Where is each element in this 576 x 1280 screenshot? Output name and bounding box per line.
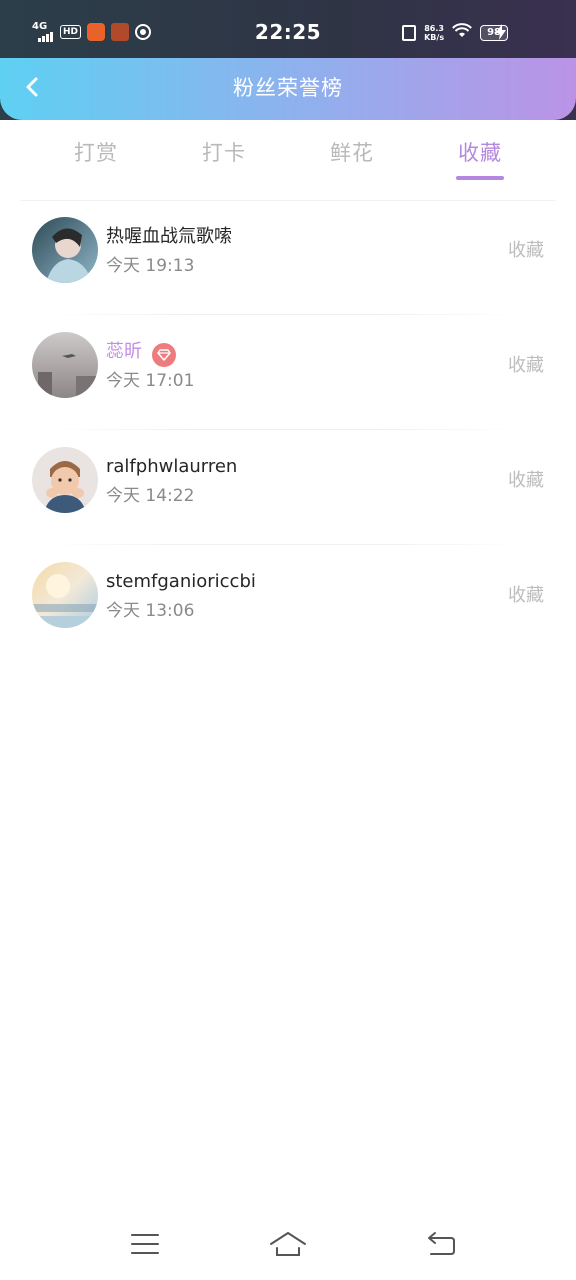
avatar[interactable] — [32, 562, 98, 628]
avatar[interactable] — [32, 217, 98, 283]
net-speed-unit: KB/s — [424, 33, 445, 42]
back-icon — [428, 1232, 455, 1255]
charging-icon — [496, 24, 506, 44]
net-speed: 86.3 KB/s — [424, 24, 444, 42]
tab-flowers[interactable]: 鲜花 — [302, 138, 402, 168]
wifi-icon — [452, 23, 472, 43]
list-item[interactable]: ralfphwlaurren 今天 14:22 收藏 — [0, 430, 576, 545]
list-item[interactable]: 热喔血战氚歌嗦 今天 19:13 收藏 — [0, 200, 576, 315]
user-name: stemfganioriccbi — [106, 571, 256, 592]
user-name: 蕊昕 — [106, 341, 142, 362]
net-speed-value: 86.3 — [424, 24, 444, 33]
list-item[interactable]: 蕊昕 今天 17:01 收藏 — [0, 315, 576, 430]
timestamp: 今天 19:13 — [106, 256, 195, 276]
timestamp: 今天 17:01 — [106, 371, 195, 391]
tab-favorites[interactable]: 收藏 — [430, 138, 530, 168]
menu-icon — [131, 1234, 159, 1254]
user-name: 热喔血战氚歌嗦 — [106, 226, 232, 247]
action-label: 收藏 — [508, 240, 544, 261]
action-label: 收藏 — [508, 585, 544, 606]
page-title: 粉丝荣誉榜 — [233, 76, 343, 100]
menu-button[interactable] — [125, 1228, 165, 1260]
avatar[interactable] — [32, 332, 98, 398]
tab-reward[interactable]: 打赏 — [46, 138, 146, 168]
vibrate-icon — [402, 25, 417, 41]
timestamp: 今天 13:06 — [106, 601, 195, 621]
home-icon — [270, 1232, 306, 1256]
diamond-icon — [152, 343, 176, 367]
back-nav-button[interactable] — [420, 1228, 460, 1260]
status-bar: 4G HD 22:25 86.3 KB/s 98 — [0, 0, 576, 58]
tab-bar: 打赏 打卡 鲜花 收藏 — [0, 130, 576, 190]
status-right: 86.3 KB/s 98 — [402, 22, 508, 44]
timestamp: 今天 14:22 — [106, 486, 195, 506]
system-nav-bar — [0, 1210, 576, 1280]
action-label: 收藏 — [508, 355, 544, 376]
avatar[interactable] — [32, 447, 98, 513]
user-name: ralfphwlaurren — [106, 456, 238, 477]
action-label: 收藏 — [508, 470, 544, 491]
home-button[interactable] — [268, 1228, 308, 1260]
list-item[interactable]: stemfganioriccbi 今天 13:06 收藏 — [0, 545, 576, 660]
top-area: 4G HD 22:25 86.3 KB/s 98 粉丝荣誉榜 — [0, 0, 576, 120]
tab-checkin[interactable]: 打卡 — [174, 138, 274, 168]
active-tab-indicator — [456, 176, 504, 180]
